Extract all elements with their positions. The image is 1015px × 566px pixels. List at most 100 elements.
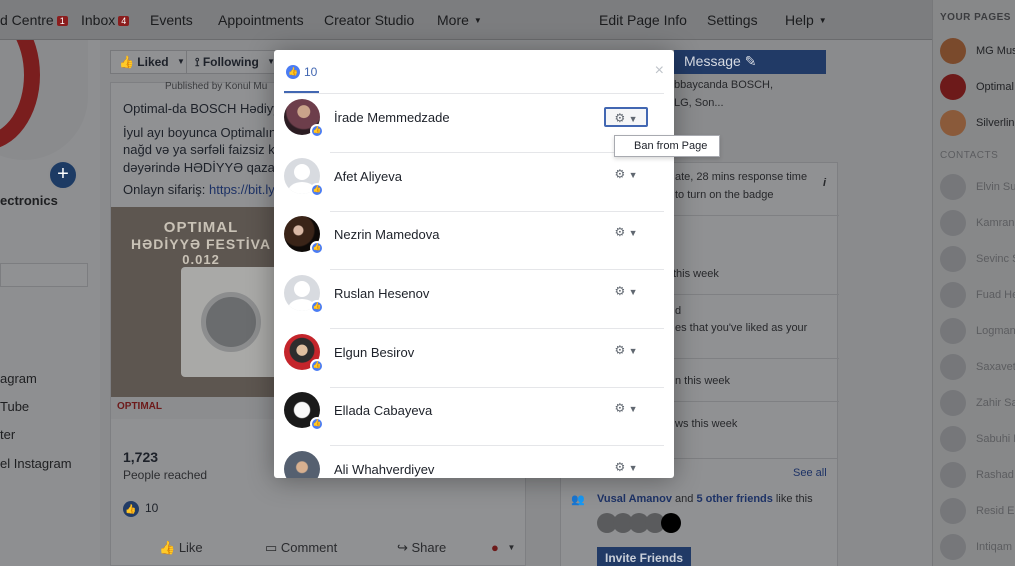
contact-item[interactable]: Kamran xyxy=(940,210,1015,238)
see-all-link[interactable]: See all xyxy=(793,467,827,479)
person-name[interactable]: Nezrin Mamedova xyxy=(334,227,440,242)
gear-menu-button[interactable]: ⚙ ▼ xyxy=(604,165,648,185)
caret-down-icon: ▼ xyxy=(628,114,638,124)
comment-icon: ▭ xyxy=(265,540,281,555)
contact-item[interactable]: Saxavet xyxy=(940,354,1015,382)
insight-line: this week xyxy=(673,268,719,280)
reach-label: People reached xyxy=(123,468,208,482)
contact-item[interactable]: Sevinc S xyxy=(940,246,1015,274)
left-link-instagram[interactable]: agram xyxy=(0,371,37,386)
following-button[interactable]: ⟟ Following ▼ xyxy=(186,50,285,74)
nav-more[interactable]: More ▼ xyxy=(437,12,482,28)
ban-from-page-menu-item[interactable]: Ban from Page xyxy=(634,140,707,152)
post-as-page-selector[interactable]: ● ▼ xyxy=(491,540,515,555)
gear-icon: ⚙ xyxy=(614,401,626,415)
chat-sidebar: YOUR PAGES MG Mus Optimal Silverline CON… xyxy=(932,0,1015,566)
list-item: 👍 Ruslan Hesenov ⚙ ▼ xyxy=(284,270,664,329)
gear-menu-button[interactable]: ⚙ ▼ xyxy=(604,341,648,361)
list-item: Ali Whahverdiyev ⚙ ▼ xyxy=(284,446,664,478)
nav-appointments[interactable]: Appointments xyxy=(218,12,304,28)
gear-menu-button[interactable]: ⚙ ▼ xyxy=(604,107,648,127)
contact-item[interactable]: Resid El xyxy=(940,498,1015,526)
nav-events[interactable]: Events xyxy=(150,12,193,28)
gear-menu-button[interactable]: ⚙ ▼ xyxy=(604,223,648,243)
person-name[interactable]: İrade Memmedzade xyxy=(334,110,450,125)
caret-down-icon: ▼ xyxy=(628,463,638,473)
person-name[interactable]: Ruslan Hesenov xyxy=(334,286,429,301)
about-snippet: bbaycanda BOSCH, xyxy=(674,79,774,91)
thumbs-up-icon: 👍 xyxy=(310,417,324,431)
likes-dialog: 👍 10 × 👍 İrade Memmedzade ⚙ ▼ 👍 Afet Aliy… xyxy=(274,50,674,478)
caret-down-icon: ▼ xyxy=(628,346,638,356)
avatar[interactable] xyxy=(284,451,320,478)
gear-icon: ⚙ xyxy=(614,225,626,239)
person-name[interactable]: Elgun Besirov xyxy=(334,345,414,360)
contact-item[interactable]: Sabuhi H xyxy=(940,426,1015,454)
contact-item[interactable]: Elvin Su xyxy=(940,174,1015,202)
pencil-icon: ✎ xyxy=(744,53,757,69)
plus-icon[interactable]: + xyxy=(48,160,78,190)
thumbs-up-icon: 👍 xyxy=(310,300,324,314)
sidebar-page-mg[interactable]: MG Mus xyxy=(940,38,1015,66)
list-item: 👍 Nezrin Mamedova ⚙ ▼ xyxy=(284,211,664,270)
likes-summary[interactable]: 👍 10 xyxy=(123,501,158,517)
contact-item[interactable]: Logman xyxy=(940,318,1015,346)
insight-line: d xyxy=(675,305,682,317)
gear-dropdown-menu: Ban from Page xyxy=(614,135,720,157)
nav-inbox[interactable]: Inbox 4 xyxy=(81,12,130,28)
nav-badge: 1 xyxy=(56,16,68,26)
tab-all-likes[interactable]: 👍 10 xyxy=(284,64,320,94)
caret-down-icon: ▼ xyxy=(507,543,516,552)
contact-item[interactable]: Fuad He xyxy=(940,282,1015,310)
post-text-line: Optimal-da BOSCH Hədiyy xyxy=(123,101,280,116)
thumbs-up-icon: 👍 xyxy=(310,124,324,138)
post-order-link[interactable]: https://bit.ly/ xyxy=(209,182,278,197)
caret-down-icon: ▼ xyxy=(176,57,185,66)
about-snippet: LG, Son... xyxy=(674,97,724,109)
badge-hint[interactable]: to turn on the badge xyxy=(675,189,773,201)
insight-line: ws this week xyxy=(675,418,738,430)
thumbs-up-icon: 👍 xyxy=(286,64,300,79)
reach-count: 1,723 xyxy=(123,449,159,465)
nav-help[interactable]: Help ▼ xyxy=(785,12,827,28)
thumbs-up-icon: 👍 xyxy=(310,359,324,373)
contact-item[interactable]: Intiqam xyxy=(940,534,1015,562)
page-profile-picture[interactable] xyxy=(0,40,88,160)
nav-settings[interactable]: Settings xyxy=(707,12,758,28)
insight-line: es that you've liked as your xyxy=(675,322,808,334)
nav-edit-page-info[interactable]: Edit Page Info xyxy=(599,12,687,28)
left-search-box[interactable] xyxy=(0,263,88,287)
gear-menu-button[interactable]: ⚙ ▼ xyxy=(604,282,648,302)
person-name[interactable]: Afet Aliyeva xyxy=(334,169,402,184)
message-button[interactable]: Message ✎ xyxy=(674,50,826,74)
invite-friends-button[interactable]: Invite Friends xyxy=(597,547,692,566)
nav-resource-centre[interactable]: d Centre 1 xyxy=(0,12,68,28)
post-like-button[interactable]: 👍 Like xyxy=(159,540,203,556)
liked-button[interactable]: 👍 Liked ▼ xyxy=(110,50,194,74)
gear-icon: ⚙ xyxy=(614,460,626,474)
left-link-youtube[interactable]: Tube xyxy=(0,399,29,414)
left-link-channel-instagram[interactable]: el Instagram xyxy=(0,456,72,471)
sidebar-page-silverline[interactable]: Silverline xyxy=(940,110,1015,138)
post-published-by: Published by Konul Mu xyxy=(165,81,268,92)
nav-creator-studio[interactable]: Creator Studio xyxy=(324,12,414,28)
gear-icon: ⚙ xyxy=(614,284,626,298)
contact-item[interactable]: Rashad xyxy=(940,462,1015,490)
person-name[interactable]: Ellada Cabayeva xyxy=(334,403,432,418)
your-pages-heading: YOUR PAGES xyxy=(940,12,1011,23)
contact-item[interactable]: Zahir Sa xyxy=(940,390,1015,418)
info-icon[interactable]: i xyxy=(823,177,826,189)
gear-icon: ⚙ xyxy=(614,167,626,181)
nav-badge: 4 xyxy=(118,16,130,26)
list-item: 👍 Ellada Cabayeva ⚙ ▼ xyxy=(284,387,664,446)
sidebar-page-optimal[interactable]: Optimal xyxy=(940,74,1015,102)
post-share-button[interactable]: ↪ Share xyxy=(397,540,446,556)
gear-menu-button[interactable]: ⚙ ▼ xyxy=(604,399,648,419)
left-link-twitter[interactable]: ter xyxy=(0,427,15,442)
gear-menu-button[interactable]: ⚙ ▼ xyxy=(604,458,648,478)
close-icon[interactable]: × xyxy=(655,62,664,80)
post-comment-button[interactable]: ▭ Comment xyxy=(265,540,337,556)
caret-down-icon: ▼ xyxy=(818,16,827,25)
person-name[interactable]: Ali Whahverdiyev xyxy=(334,462,434,477)
post-text-line: İyul ayı boyunca Optimalın xyxy=(123,125,277,140)
